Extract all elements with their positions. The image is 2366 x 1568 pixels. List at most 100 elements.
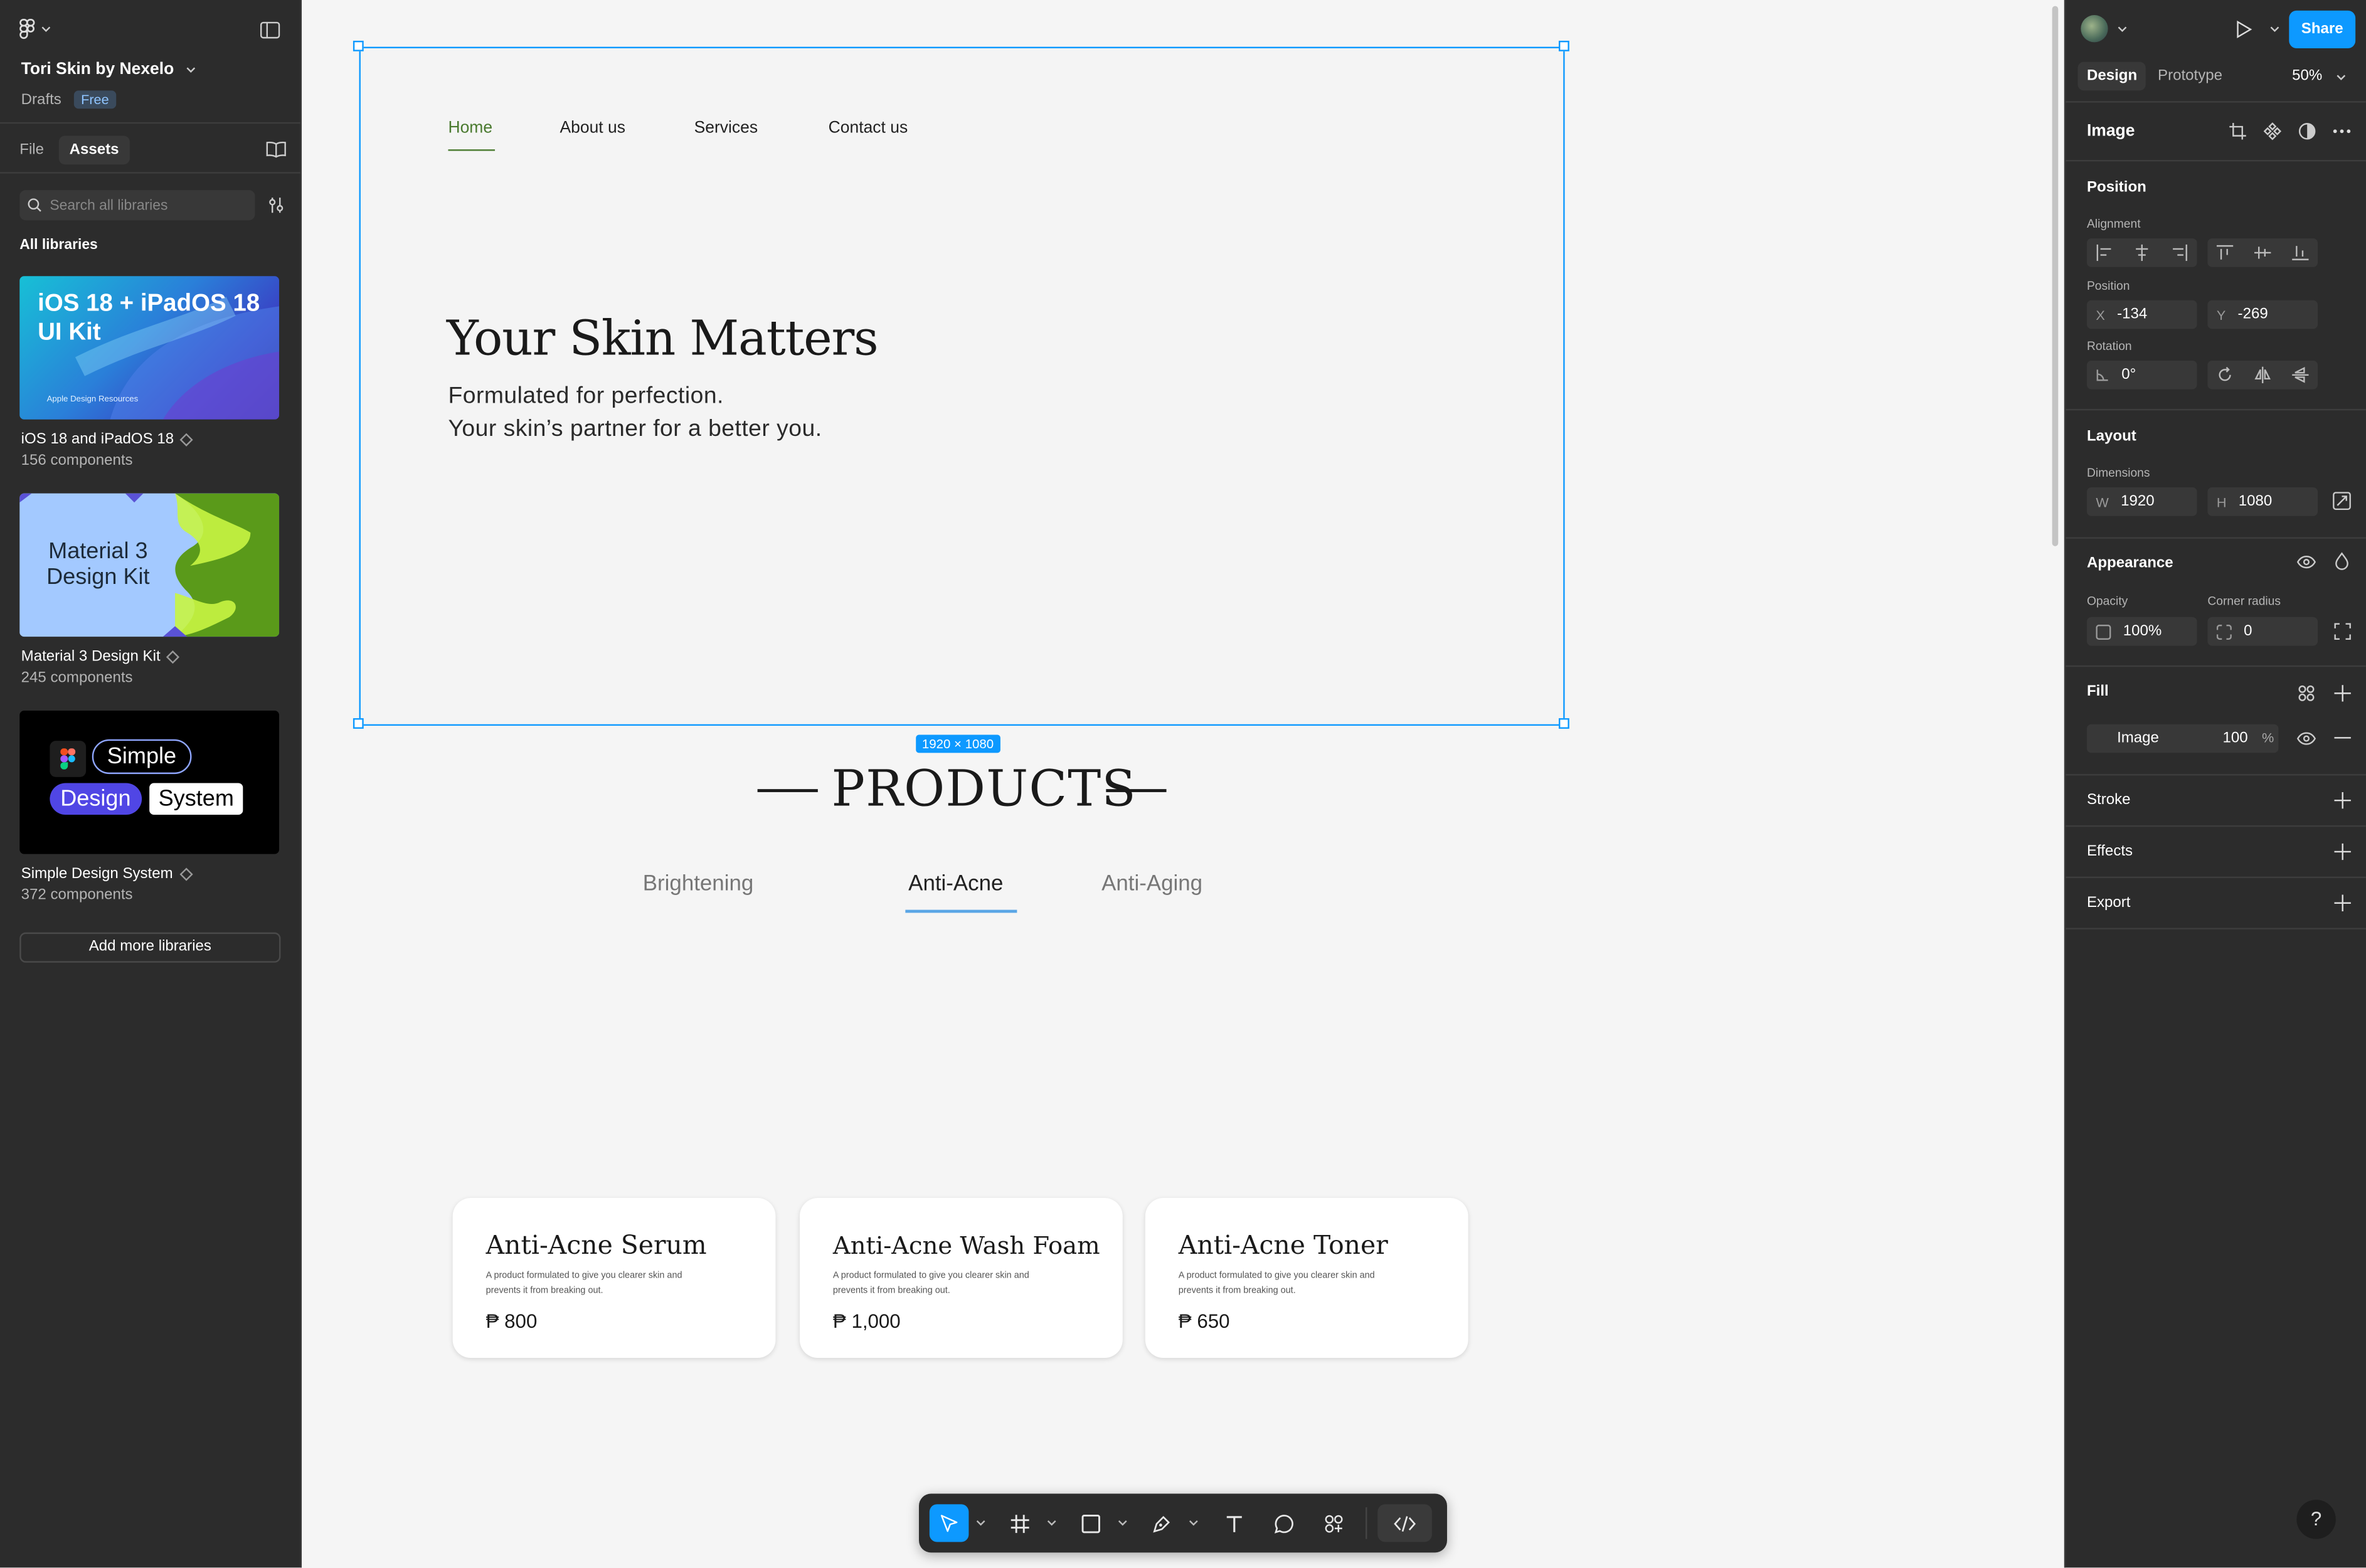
remove-fill-icon[interactable] <box>2330 726 2353 750</box>
file-location[interactable]: Drafts <box>21 92 61 108</box>
position-label: Position <box>2086 279 2130 293</box>
chevron-down-icon[interactable] <box>2269 24 2280 33</box>
corner-radius-field[interactable]: 0 <box>2207 617 2318 646</box>
library-search-field[interactable]: Search all libraries <box>19 190 255 221</box>
opacity-icon <box>2096 623 2111 639</box>
styles-grid-icon[interactable] <box>2294 681 2318 704</box>
align-right-icon[interactable] <box>2172 244 2188 262</box>
x-value: -134 <box>2117 306 2148 323</box>
library-name[interactable]: Material 3 Design Kit <box>21 649 161 665</box>
resize-handle-tl[interactable] <box>353 40 364 51</box>
w-key: W <box>2096 494 2109 509</box>
resize-handle-bl[interactable] <box>353 718 364 729</box>
align-bottom-icon[interactable] <box>2292 245 2309 261</box>
library-thumb-material[interactable]: Material 3 Design Kit <box>19 493 280 637</box>
chevron-down-icon <box>187 67 196 73</box>
properties-panel: Share Design Prototype 50% Image Positio… <box>2064 0 2366 1568</box>
align-left-icon[interactable] <box>2096 244 2112 262</box>
tab-assets[interactable]: Assets <box>58 135 130 165</box>
selection-outline <box>359 46 1565 726</box>
chevron-down-icon[interactable] <box>1187 1515 1199 1530</box>
section-effects[interactable]: Effects <box>2087 844 2133 860</box>
constrain-proportions-icon[interactable] <box>2330 489 2353 512</box>
text-tool-button[interactable] <box>1215 1504 1255 1542</box>
library-thumb-sds[interactable]: Simple Design System <box>19 711 280 854</box>
component-icon[interactable] <box>2261 119 2284 143</box>
rotation-field[interactable]: 0° <box>2086 360 2197 389</box>
add-export-icon[interactable] <box>2330 890 2353 914</box>
user-avatar[interactable] <box>2081 15 2108 43</box>
chevron-down-icon[interactable] <box>975 1515 987 1530</box>
library-thumb-ios[interactable]: iOS 18 + iPadOS 18 UI Kit Apple Design R… <box>19 276 280 420</box>
tab-anti-aging[interactable]: Anti-Aging <box>1101 872 1202 896</box>
rectangle-icon <box>1081 1513 1100 1533</box>
section-export[interactable]: Export <box>2087 895 2131 911</box>
tab-prototype[interactable]: Prototype <box>2158 68 2222 84</box>
chevron-down-icon[interactable] <box>1117 1515 1128 1530</box>
file-name[interactable]: Tori Skin by Nexelo <box>21 60 197 78</box>
chevron-down-icon[interactable] <box>2117 24 2128 33</box>
toggle-sidebar-icon[interactable] <box>258 18 282 42</box>
frame-tool-button[interactable] <box>1000 1504 1040 1542</box>
figma-logo-icon <box>19 18 35 39</box>
file-title: Tori Skin by Nexelo <box>21 60 174 79</box>
y-field[interactable]: Y -269 <box>2207 300 2318 329</box>
product-card[interactable]: Anti-Acne Toner A product formulated to … <box>1145 1198 1468 1359</box>
fill-opacity[interactable]: 100 <box>2222 730 2247 746</box>
rotate-90-icon[interactable] <box>2217 366 2233 383</box>
resize-handle-tr[interactable] <box>1558 40 1569 51</box>
help-button[interactable]: ? <box>2296 1500 2336 1539</box>
add-more-libraries-button[interactable]: Add more libraries <box>19 932 281 963</box>
width-field[interactable]: W 1920 <box>2086 487 2197 516</box>
library-name[interactable]: Simple Design System <box>21 866 173 882</box>
visibility-eye-icon[interactable] <box>2294 549 2318 573</box>
comment-tool-button[interactable] <box>1265 1504 1304 1542</box>
align-center-v-icon[interactable] <box>2254 245 2271 261</box>
flip-horizontal-icon[interactable] <box>2254 366 2271 384</box>
product-card[interactable]: Anti-Acne Wash Foam A product formulated… <box>799 1198 1123 1359</box>
align-center-h-icon[interactable] <box>2134 244 2150 262</box>
more-options-icon[interactable] <box>2330 119 2353 143</box>
resize-handle-br[interactable] <box>1558 718 1569 729</box>
section-stroke[interactable]: Stroke <box>2087 792 2131 808</box>
library-book-icon[interactable] <box>264 137 288 161</box>
opacity-field[interactable]: 100% <box>2086 617 2197 646</box>
tab-brightening[interactable]: Brightening <box>643 872 753 896</box>
tab-anti-acne[interactable]: Anti-Acne <box>908 872 1003 896</box>
add-fill-icon[interactable] <box>2330 681 2353 704</box>
move-tool-button[interactable] <box>929 1504 969 1542</box>
frame-hash-icon <box>1011 1514 1029 1532</box>
tab-file[interactable]: File <box>19 142 44 158</box>
add-effect-icon[interactable] <box>2330 839 2353 863</box>
contrast-mask-icon[interactable] <box>2295 119 2319 143</box>
flip-vertical-icon[interactable] <box>2292 367 2309 383</box>
actions-tool-button[interactable] <box>1314 1504 1354 1542</box>
blend-mode-drop-icon[interactable] <box>2330 549 2353 573</box>
canvas-scrollbar[interactable] <box>2052 6 2059 546</box>
fill-row[interactable]: Image 100 % <box>2086 724 2279 753</box>
rectangle-tool-button[interactable] <box>1071 1504 1111 1542</box>
dev-mode-toggle[interactable] <box>1377 1504 1432 1542</box>
align-top-icon[interactable] <box>2216 245 2234 261</box>
height-field[interactable]: H 1080 <box>2207 487 2318 516</box>
product-card[interactable]: Anti-Acne Serum A product formulated to … <box>452 1198 776 1359</box>
share-button[interactable]: Share <box>2289 10 2356 48</box>
library-name[interactable]: iOS 18 and iPadOS 18 <box>21 432 174 448</box>
chevron-down-icon[interactable] <box>1046 1515 1058 1530</box>
section-all-libraries: All libraries <box>19 236 98 254</box>
design-canvas[interactable]: Home About us Services Contact us Your S… <box>302 0 2064 1568</box>
crop-icon[interactable] <box>2225 119 2249 143</box>
zoom-level[interactable]: 50% <box>2292 68 2347 85</box>
independent-corners-icon[interactable] <box>2330 618 2353 642</box>
fill-visibility-eye-icon[interactable] <box>2294 726 2318 750</box>
angle-icon <box>2096 369 2108 381</box>
add-stroke-icon[interactable] <box>2330 788 2353 812</box>
tab-design[interactable]: Design <box>2077 61 2146 91</box>
filter-settings-icon[interactable] <box>264 193 288 217</box>
present-play-icon[interactable] <box>2232 16 2256 40</box>
pen-tool-button[interactable] <box>1142 1504 1182 1542</box>
x-field[interactable]: X -134 <box>2086 300 2197 329</box>
main-menu-button[interactable] <box>18 18 51 40</box>
layer-type-title: Image <box>2086 122 2135 140</box>
material-thumb-line1: Material 3 <box>48 538 148 564</box>
